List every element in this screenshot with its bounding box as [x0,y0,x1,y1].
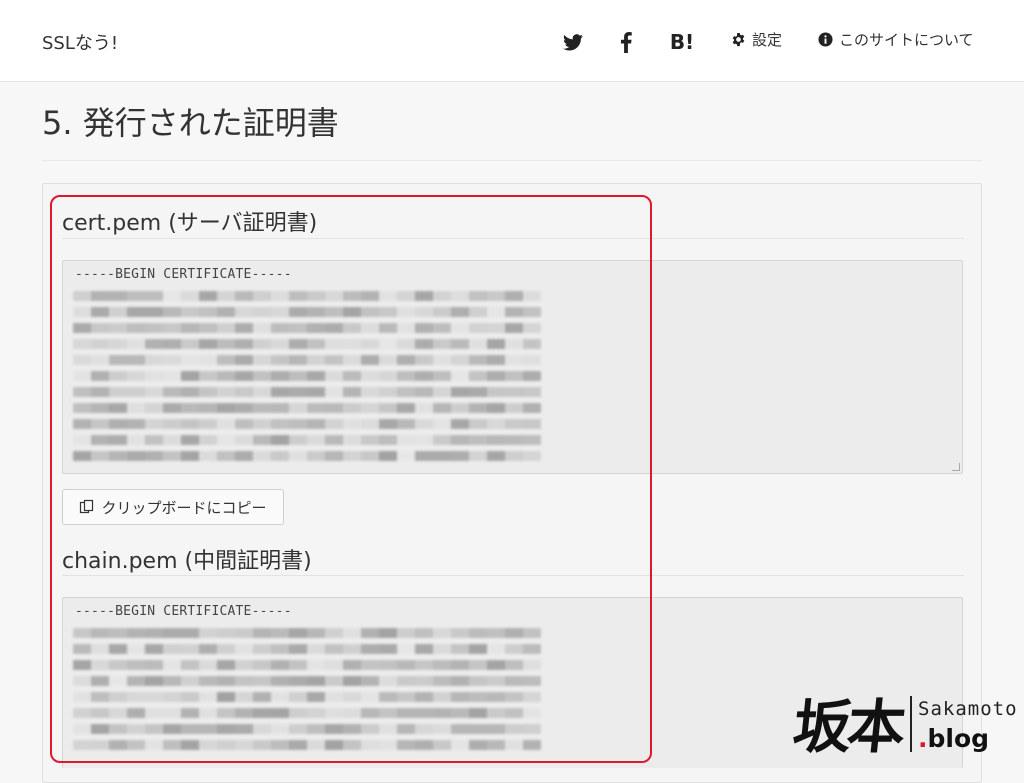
settings-label: 設定 [752,31,783,49]
copy-to-clipboard-button[interactable]: クリップボードにコピー [62,489,284,525]
obscured-cert-line [73,644,541,654]
obscured-cert-line [73,291,541,301]
cert-section-title: cert.pem (サーバ証明書) [62,211,318,236]
facebook-icon[interactable] [612,28,640,56]
twitter-icon[interactable] [559,28,587,56]
obscured-cert-line [73,676,541,686]
about-label: このサイトについて [839,31,974,49]
watermark-name: Sakamoto [918,698,1018,720]
obscured-cert-line [73,708,541,718]
cert-pem-textarea[interactable]: -----BEGIN CERTIFICATE----- [62,260,963,474]
chain-section-divider [62,575,964,576]
info-circle-icon [818,32,833,47]
obscured-cert-line [73,371,541,381]
settings-link[interactable]: 設定 [731,29,782,50]
about-link[interactable]: このサイトについて [818,29,974,50]
chain-section-title: chain.pem (中間証明書) [62,549,312,574]
top-navbar: SSLなう! B! 設定 このサイトについて [0,0,1024,82]
obscured-cert-line [73,355,541,365]
obscured-cert-line [73,403,541,413]
copy-button-label: クリップボードにコピー [101,498,267,517]
gear-icon [732,32,745,47]
watermark-kanji: 坂本 [789,693,906,761]
resize-handle[interactable] [952,463,960,471]
site-brand[interactable]: SSLなう! [42,29,118,55]
watermark-logo: 坂本 Sakamoto .blog [790,680,1020,764]
watermark-dot: . [918,724,928,753]
hatena-bookmark-icon[interactable]: B! [668,28,696,56]
obscured-cert-line [73,451,541,461]
obscured-cert-line [73,692,541,702]
obscured-cert-line [73,323,541,333]
obscured-cert-line [73,724,541,734]
title-divider [42,160,982,161]
page-title: 5. 発行された証明書 [42,104,339,142]
cert-section-divider [62,238,964,239]
watermark-blog-text: blog [927,724,990,753]
obscured-cert-line [73,660,541,670]
obscured-cert-line [73,628,541,638]
watermark-divider [910,696,912,752]
cert-pem-header-line: -----BEGIN CERTIFICATE----- [75,267,292,282]
obscured-cert-line [73,435,541,445]
obscured-cert-line [73,307,541,317]
copy-icon [80,499,94,514]
obscured-cert-line [73,740,541,750]
obscured-cert-line [73,339,541,349]
watermark-blog: .blog [918,724,989,753]
obscured-cert-line [73,387,541,397]
obscured-cert-line [73,419,541,429]
chain-pem-header-line: -----BEGIN CERTIFICATE----- [75,604,292,619]
